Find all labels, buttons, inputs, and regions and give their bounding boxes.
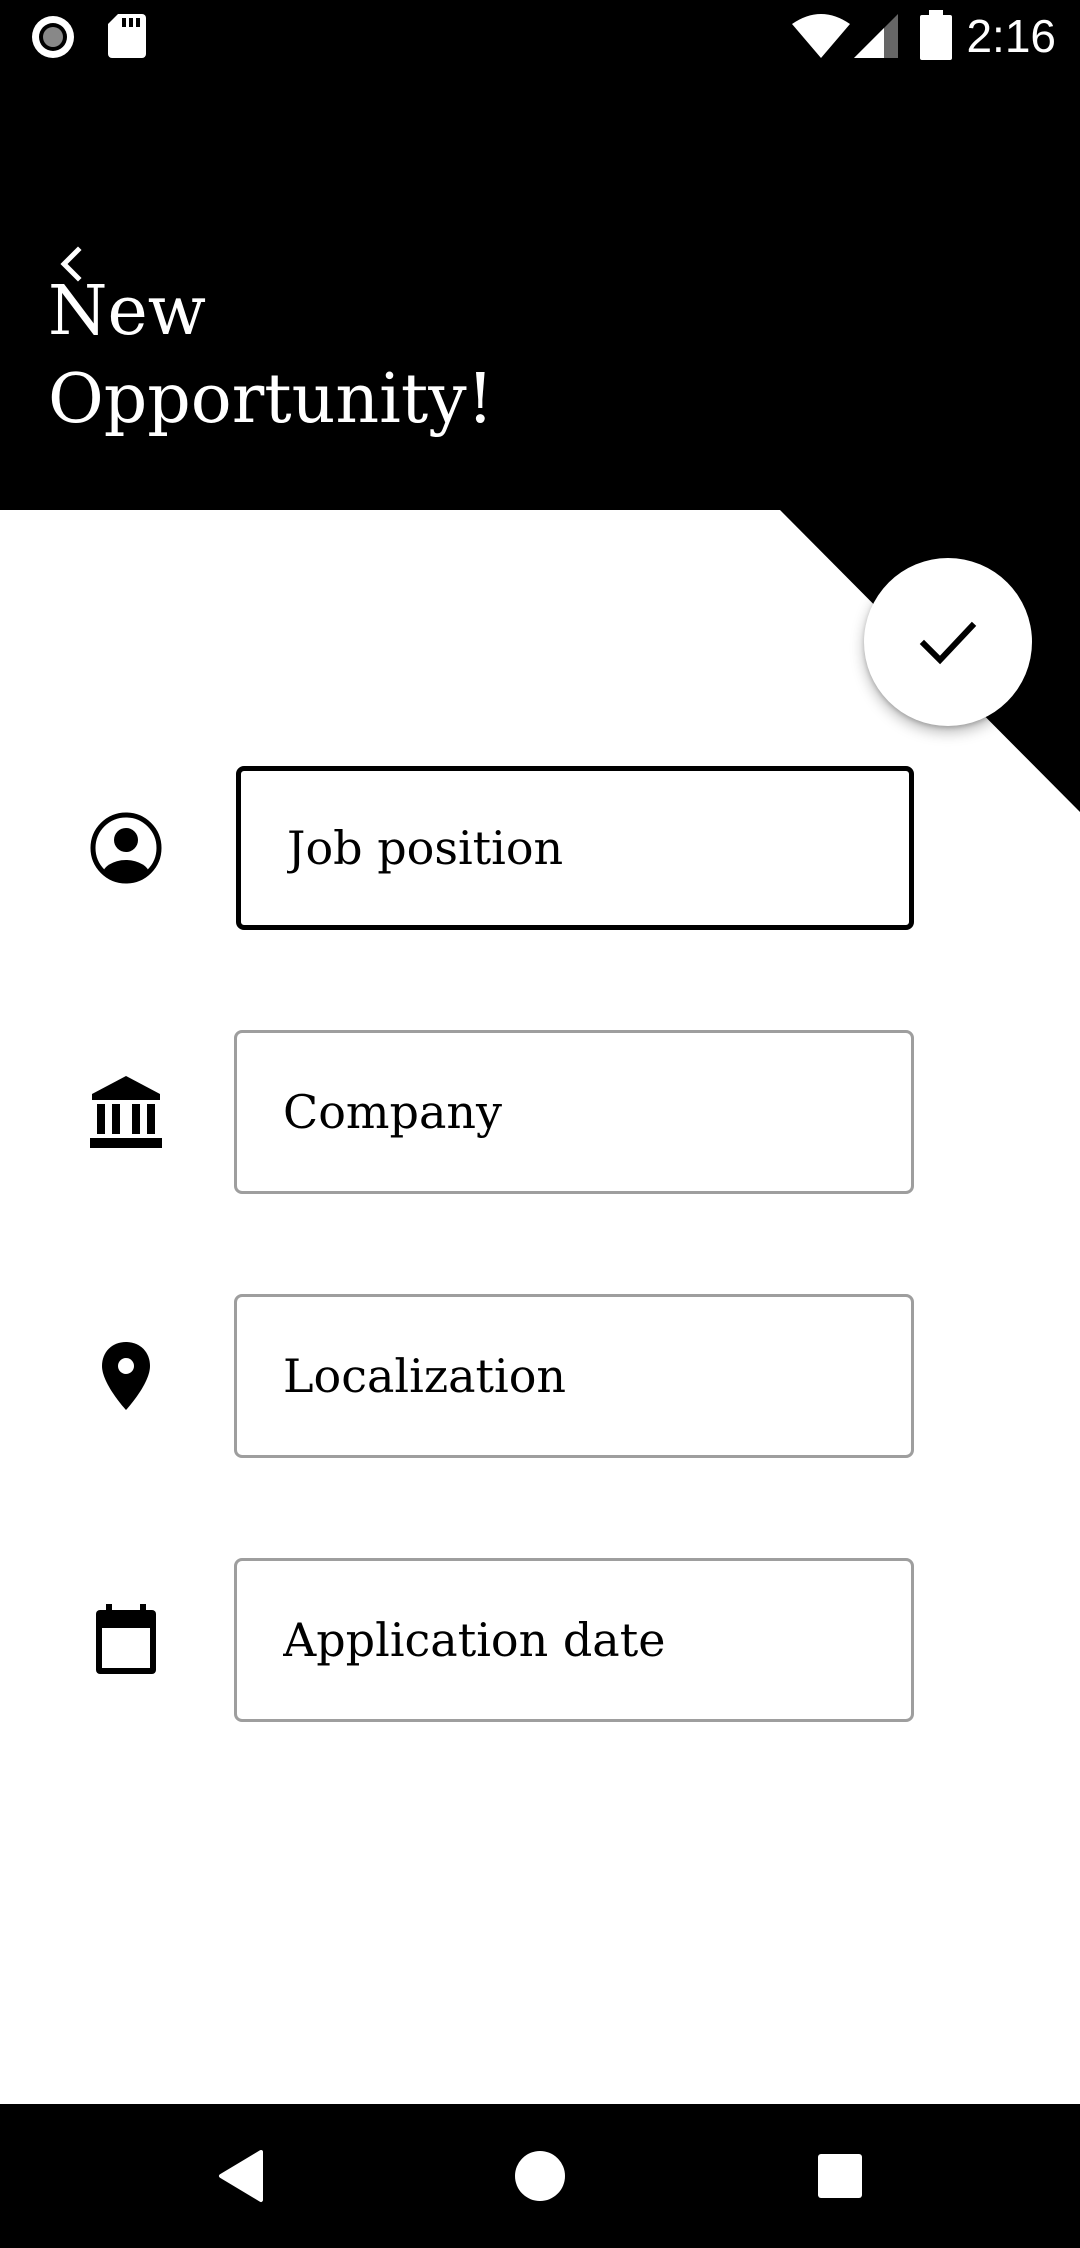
location-pin-icon xyxy=(86,1336,166,1416)
job-position-input[interactable] xyxy=(287,821,909,875)
account-circle-icon xyxy=(86,808,166,888)
battery-icon xyxy=(920,10,952,60)
wifi-icon xyxy=(792,14,850,58)
record-icon xyxy=(32,16,74,58)
page-title-line2: Opportunity! xyxy=(48,360,494,439)
calendar-icon xyxy=(86,1600,166,1680)
application-date-field[interactable] xyxy=(234,1558,914,1722)
localization-input[interactable] xyxy=(283,1349,911,1403)
check-icon xyxy=(919,621,977,665)
recents-square-icon xyxy=(818,2154,862,2198)
localization-field[interactable] xyxy=(234,1294,914,1458)
status-time: 2:16 xyxy=(966,10,1056,62)
page-title: New Opportunity! xyxy=(48,268,748,444)
status-bar: 2:16 xyxy=(0,0,1080,72)
sd-card-icon xyxy=(108,14,146,58)
cell-signal-icon xyxy=(854,14,898,58)
nav-recents-button[interactable] xyxy=(790,2126,890,2226)
company-field[interactable] xyxy=(234,1030,914,1194)
home-circle-icon xyxy=(515,2151,565,2201)
nav-back-button[interactable] xyxy=(190,2126,290,2226)
back-triangle-icon xyxy=(219,2150,263,2202)
page-title-line1: New xyxy=(48,272,206,351)
bank-icon xyxy=(86,1072,166,1152)
application-date-input[interactable] xyxy=(283,1613,911,1667)
system-nav-bar xyxy=(0,2104,1080,2248)
company-input[interactable] xyxy=(283,1085,911,1139)
save-fab-button[interactable] xyxy=(864,558,1032,726)
nav-home-button[interactable] xyxy=(490,2126,590,2226)
job-position-field[interactable] xyxy=(236,766,914,930)
